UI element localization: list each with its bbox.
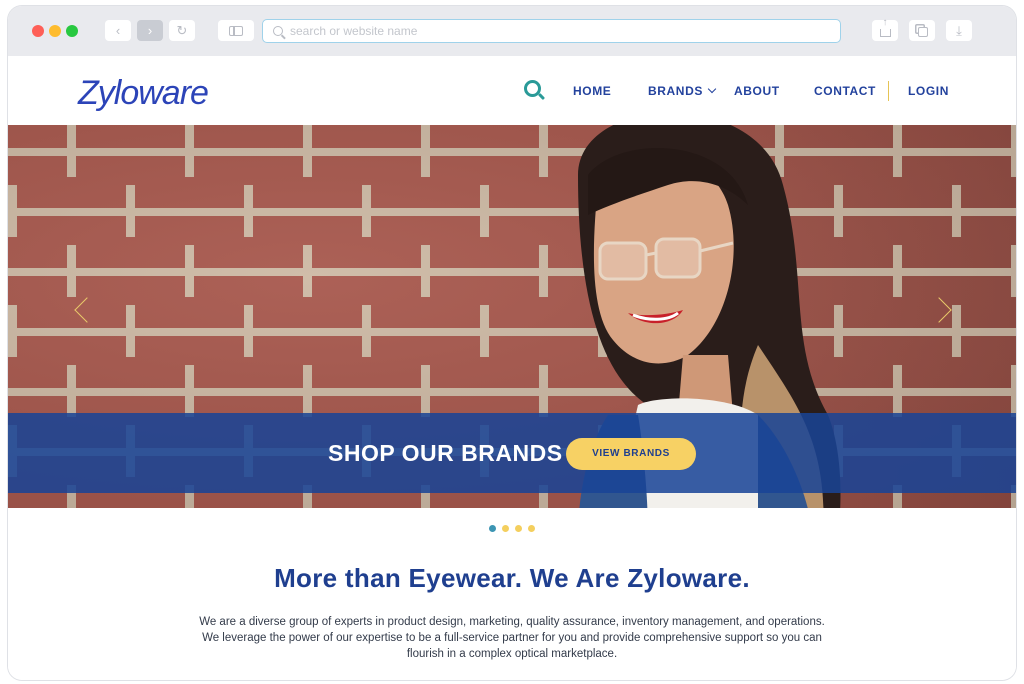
view-brands-button[interactable]: VIEW BRANDS	[566, 438, 696, 470]
sidebar-icon	[229, 26, 243, 36]
nav-home-link[interactable]: HOME	[573, 84, 611, 98]
forward-icon: ›	[147, 23, 153, 38]
nav-divider	[888, 81, 889, 101]
search-icon[interactable]	[524, 80, 541, 97]
reload-button[interactable]: ↻	[169, 20, 195, 41]
web-page: Zyloware HOME BRANDS ABOUT CONTACT LOGIN	[8, 56, 1016, 680]
download-icon: ⤓	[956, 23, 962, 38]
site-logo[interactable]: Zyloware	[78, 74, 209, 113]
close-window-button[interactable]	[32, 25, 44, 37]
hero-carousel: SHOP OUR BRANDS VIEW BRANDS	[8, 125, 1016, 508]
browser-window: ‹ › ↻ ⤓ Zyloware HOME BRANDS ABOUT CONTA…	[8, 6, 1016, 680]
nav-brands-link[interactable]: BRANDS	[648, 84, 717, 98]
sidebar-toggle-button[interactable]	[218, 20, 254, 41]
address-input[interactable]	[290, 24, 810, 38]
back-icon: ‹	[115, 23, 121, 38]
address-bar[interactable]	[262, 19, 841, 43]
intro-body: We are a diverse group of experts in pro…	[199, 616, 825, 660]
nav-about-link[interactable]: ABOUT	[734, 84, 780, 98]
reload-icon: ↻	[176, 23, 188, 38]
nav-brands-label: BRANDS	[648, 84, 703, 98]
intro-title: More than Eyewear. We Are Zyloware.	[274, 563, 750, 593]
banner-title: SHOP OUR BRANDS	[328, 440, 563, 466]
shop-brands-banner: SHOP OUR BRANDS VIEW BRANDS	[8, 413, 1016, 493]
share-icon	[879, 18, 891, 37]
carousel-dot[interactable]	[489, 525, 496, 532]
tabs-button[interactable]	[909, 20, 935, 41]
share-button[interactable]	[872, 18, 898, 41]
back-button[interactable]: ‹	[105, 20, 131, 41]
carousel-dots	[489, 525, 535, 532]
tabs-icon	[918, 27, 928, 37]
browser-toolbar: ‹ › ↻ ⤓	[8, 6, 1016, 56]
carousel-dot[interactable]	[502, 525, 509, 532]
zoom-window-button[interactable]	[66, 25, 78, 37]
minimize-window-button[interactable]	[49, 25, 61, 37]
nav-contact-link[interactable]: CONTACT	[814, 84, 876, 98]
carousel-dot[interactable]	[528, 525, 535, 532]
nav-login-link[interactable]: LOGIN	[908, 84, 949, 98]
chevron-down-icon	[707, 84, 717, 94]
carousel-dot[interactable]	[515, 525, 522, 532]
forward-button[interactable]: ›	[137, 20, 163, 41]
search-icon	[273, 26, 283, 36]
download-button[interactable]: ⤓	[946, 20, 972, 41]
